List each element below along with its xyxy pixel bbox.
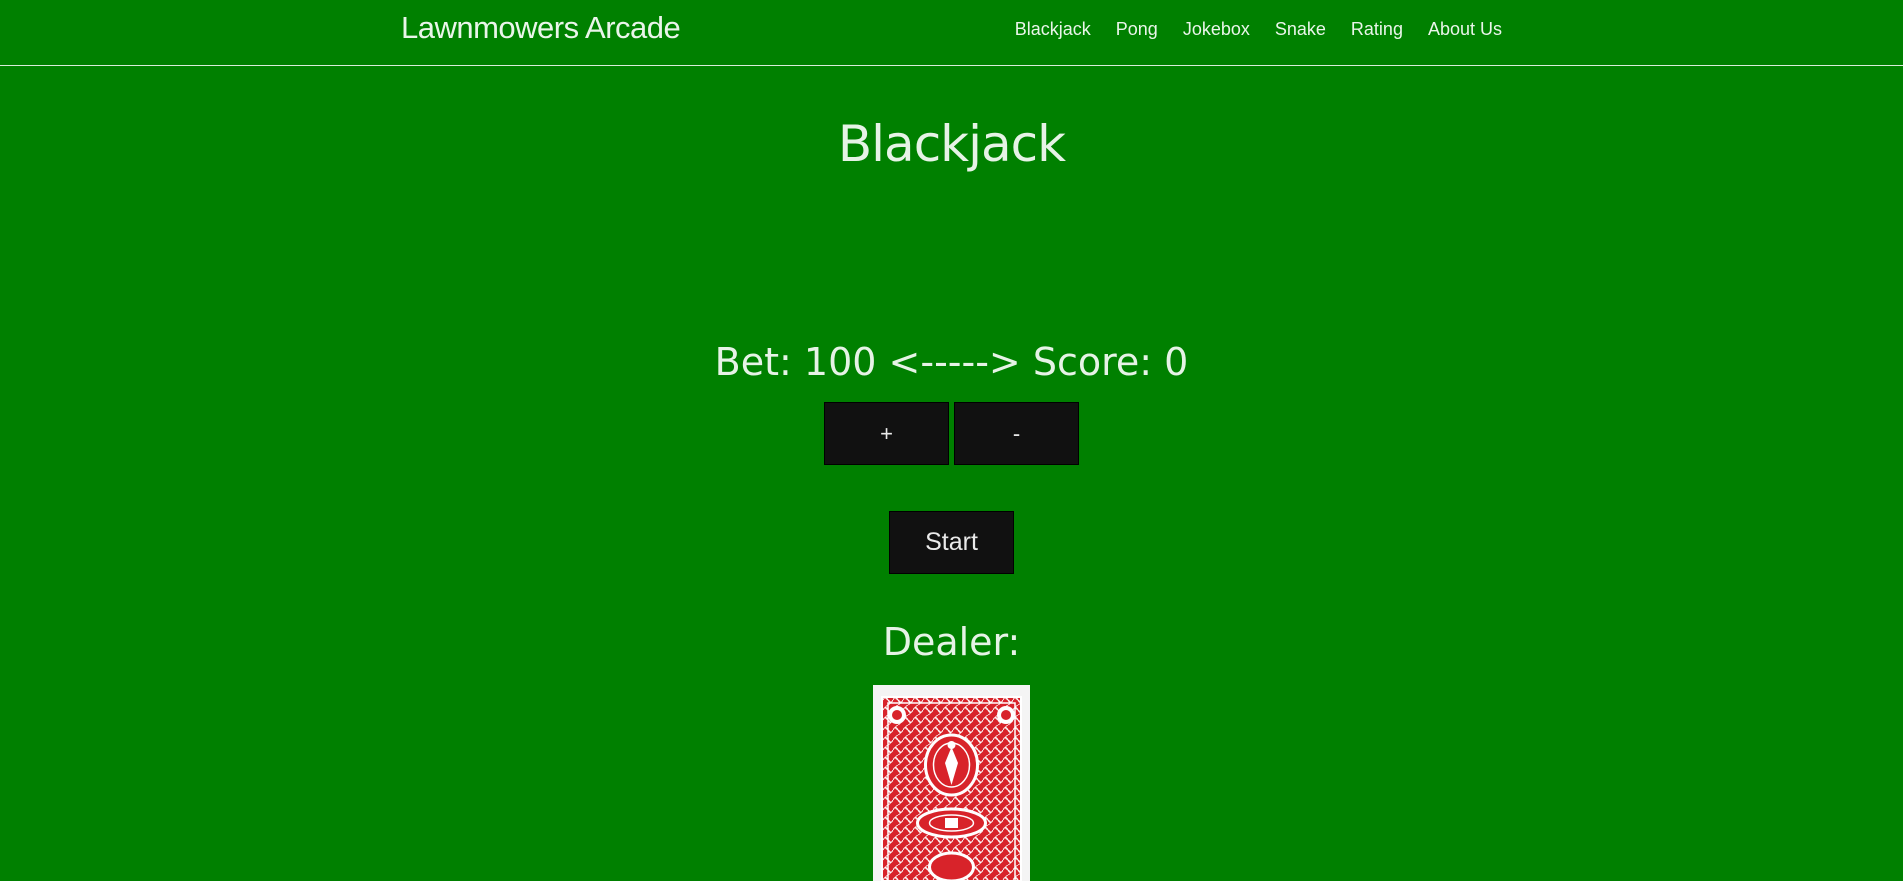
dealer-label: Dealer: bbox=[882, 620, 1021, 664]
brand-logo[interactable]: Lawnmowers Arcade bbox=[401, 10, 681, 46]
increase-bet-button[interactable]: + bbox=[824, 402, 949, 465]
dealer-card bbox=[873, 685, 1030, 881]
start-button[interactable]: Start bbox=[889, 511, 1014, 574]
decrease-bet-button[interactable]: - bbox=[954, 402, 1079, 465]
top-navbar: Lawnmowers Arcade Blackjack Pong Jokebox… bbox=[0, 0, 1903, 66]
page-title: Blackjack bbox=[837, 115, 1066, 173]
nav-link-snake[interactable]: Snake bbox=[1275, 19, 1326, 40]
card-back-icon bbox=[873, 685, 1030, 881]
nav-links: Blackjack Pong Jokebox Snake Rating Abou… bbox=[1015, 19, 1502, 40]
nav-link-about-us[interactable]: About Us bbox=[1428, 19, 1502, 40]
nav-link-blackjack[interactable]: Blackjack bbox=[1015, 19, 1091, 40]
bet-score-readout: Bet: 100 <-----> Score: 0 bbox=[714, 340, 1189, 384]
nav-link-jokebox[interactable]: Jokebox bbox=[1183, 19, 1250, 40]
nav-link-pong[interactable]: Pong bbox=[1116, 19, 1158, 40]
nav-link-rating[interactable]: Rating bbox=[1351, 19, 1403, 40]
